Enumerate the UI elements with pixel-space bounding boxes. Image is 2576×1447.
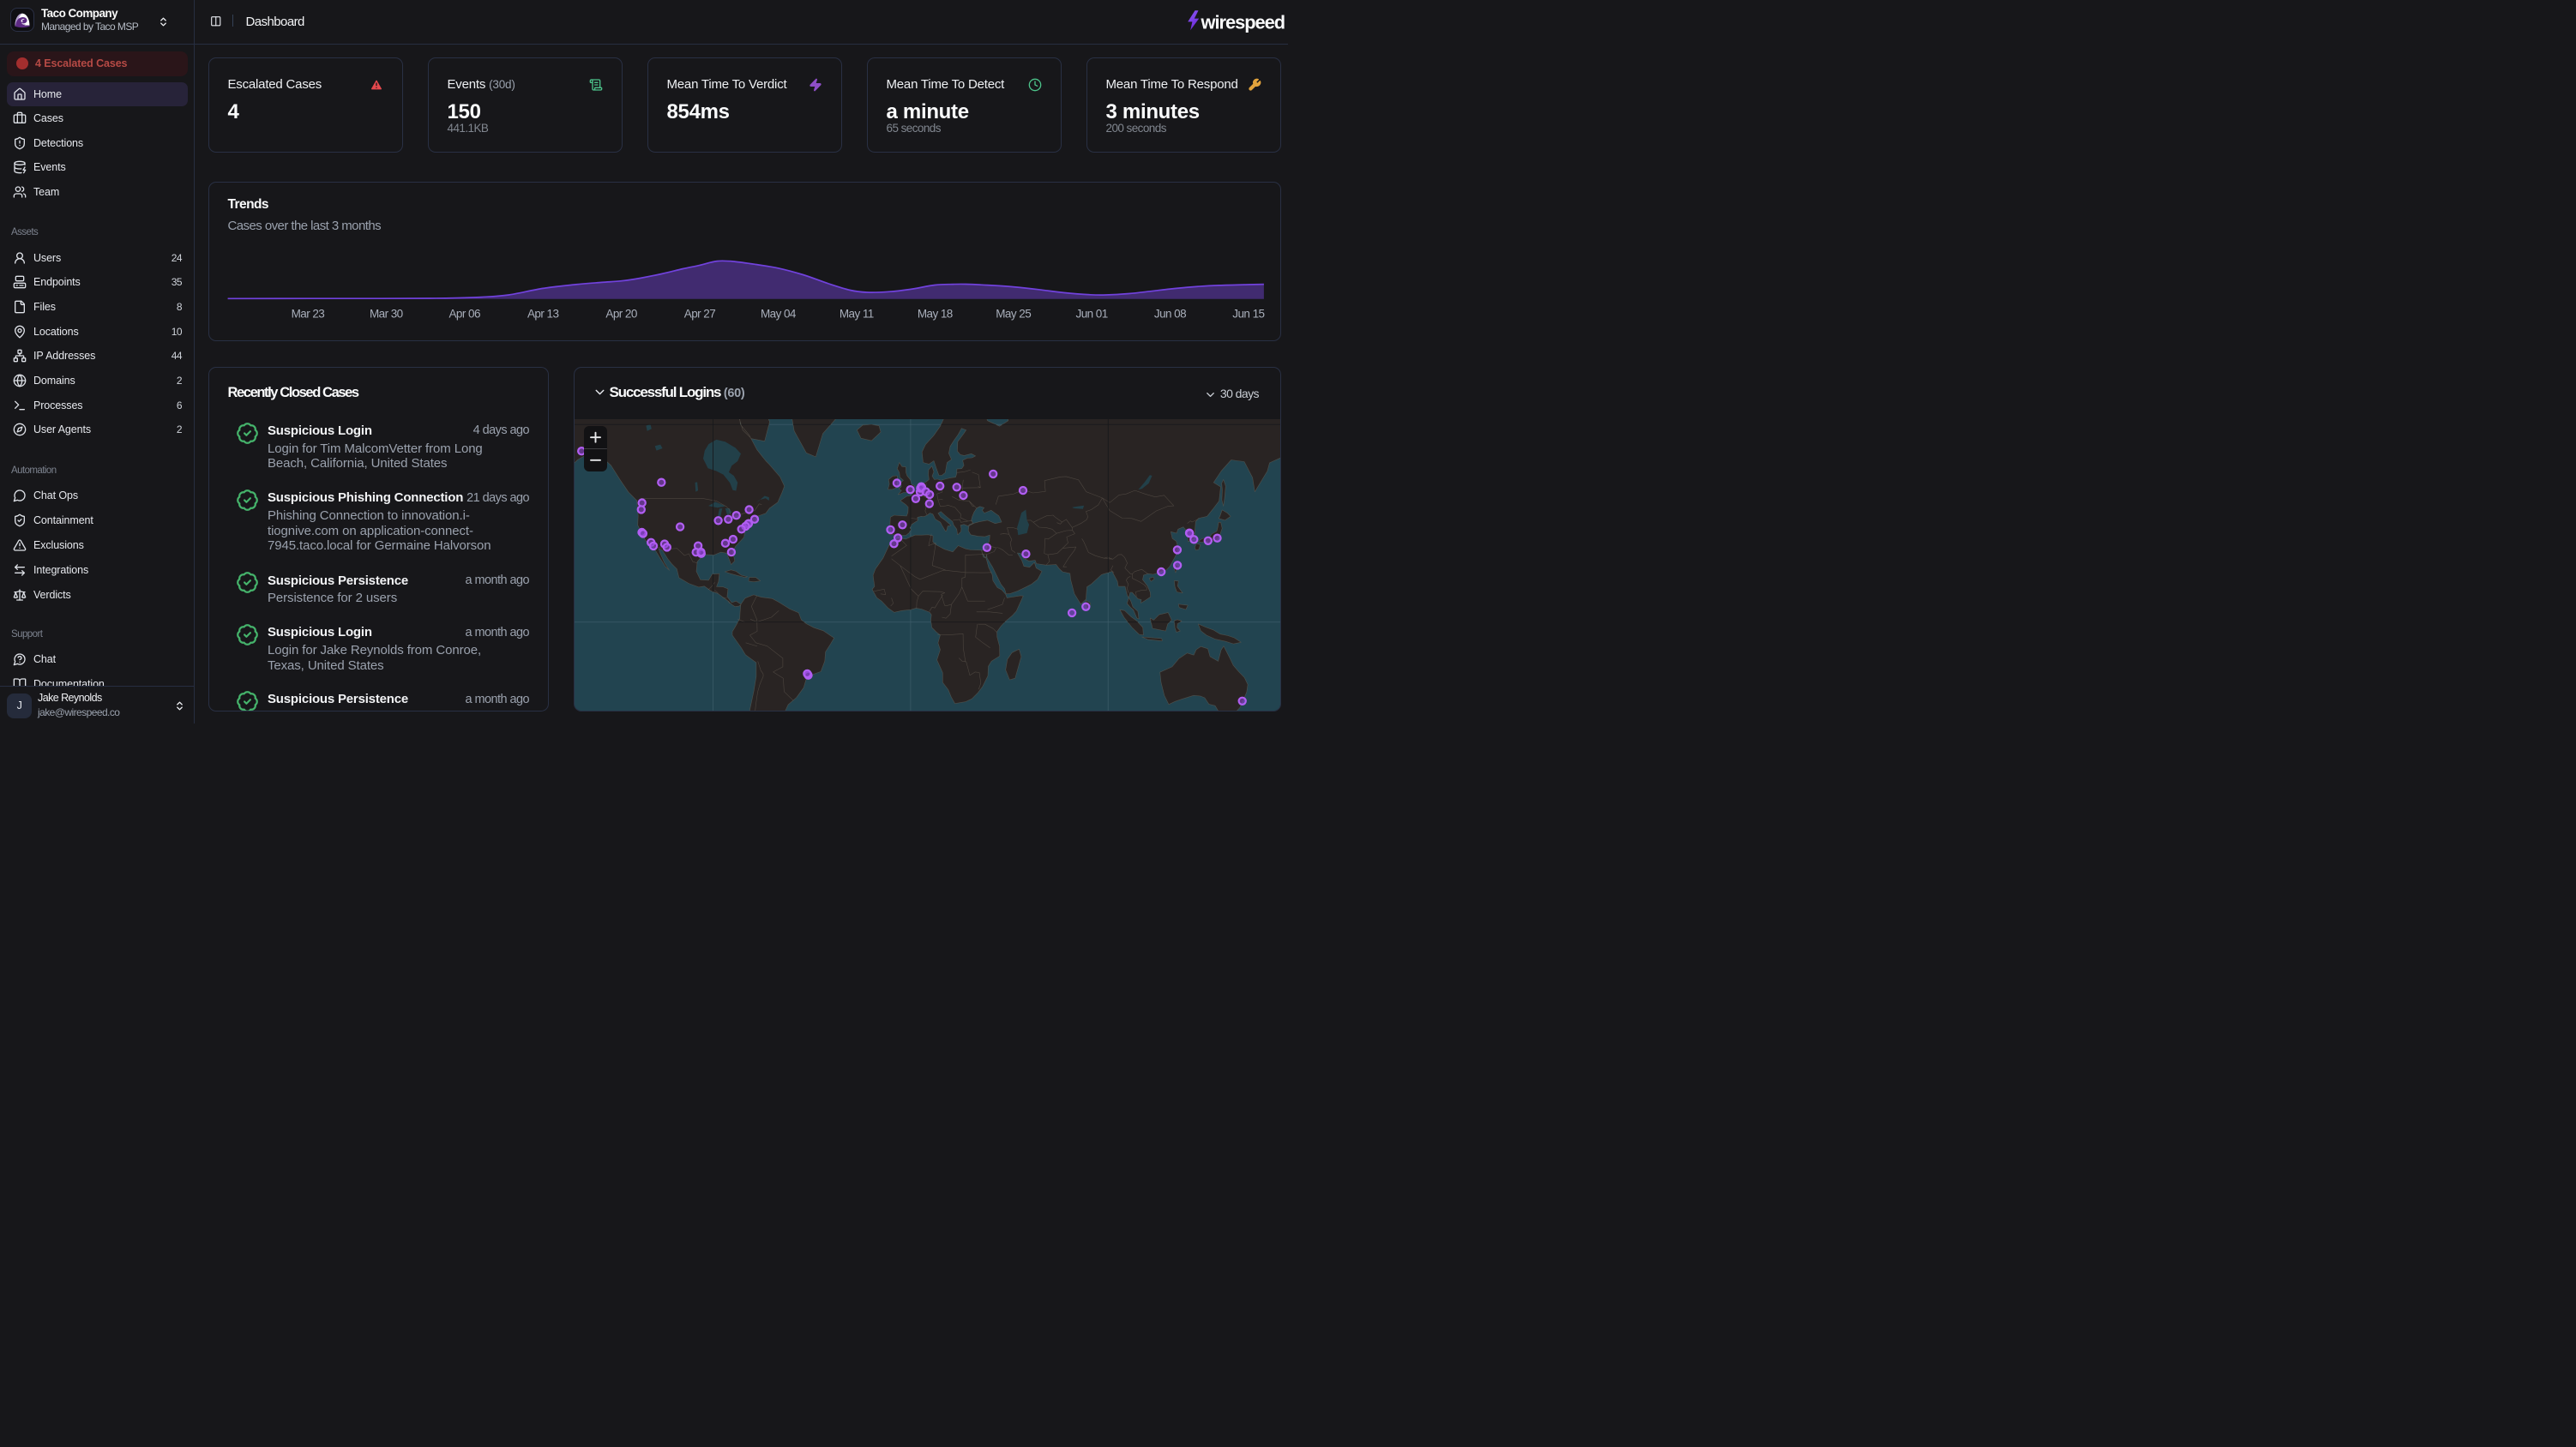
svg-text:Apr 06: Apr 06 [448, 308, 479, 321]
svg-text:Jun 15: Jun 15 [1232, 308, 1264, 321]
svg-text:May 04: May 04 [760, 308, 796, 321]
svg-text:May 25: May 25 [996, 308, 1031, 321]
svg-text:Mar 23: Mar 23 [291, 308, 324, 321]
svg-text:Apr 20: Apr 20 [605, 308, 636, 321]
svg-text:Apr 27: Apr 27 [683, 308, 714, 321]
svg-text:Jun 08: Jun 08 [1153, 308, 1185, 321]
svg-text:May 18: May 18 [917, 308, 952, 321]
svg-text:Jun 01: Jun 01 [1075, 308, 1107, 321]
svg-text:May 11: May 11 [839, 308, 873, 321]
svg-text:wirespeed: wirespeed [1201, 11, 1285, 33]
svg-text:Mar 30: Mar 30 [369, 308, 402, 321]
svg-text:Apr 13: Apr 13 [527, 308, 557, 321]
